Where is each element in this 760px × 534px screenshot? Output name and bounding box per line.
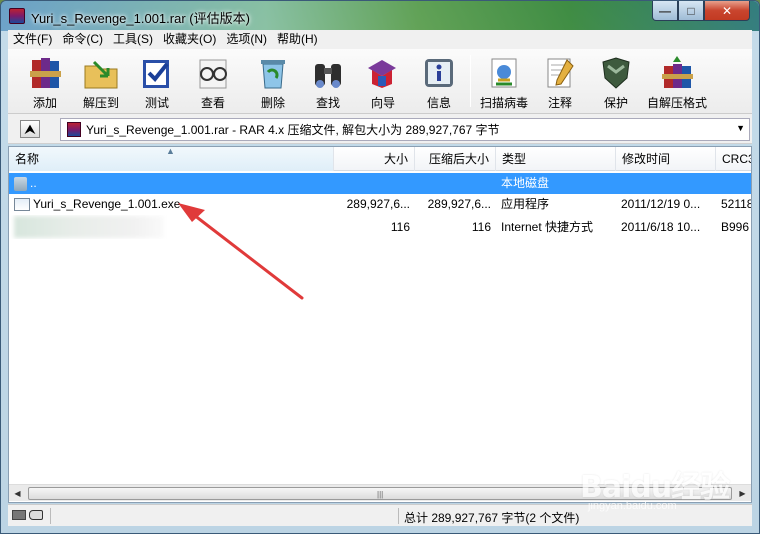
menu-help[interactable]: 帮助(H) <box>272 30 323 49</box>
winrar-app-icon[interactable] <box>9 8 25 24</box>
comment-icon <box>547 58 574 88</box>
blurred-filename <box>14 216 164 238</box>
cell-name: .. <box>9 173 334 194</box>
view-button[interactable]: 查看 <box>188 51 238 111</box>
up-folder-button[interactable]: ⮝ <box>20 120 40 138</box>
toolbar: 添加 解压到 测试 查看 删除 查找 向导 信息 扫描病毒 注释 保护 自解压格… <box>8 49 752 114</box>
cell-size: 116 <box>390 219 410 234</box>
path-dropdown-icon[interactable]: ▼ <box>736 123 745 133</box>
recycle-bin-icon <box>261 60 285 89</box>
column-header-crc[interactable]: CRC3 <box>716 147 751 171</box>
sfx-button[interactable]: 自解压格式 <box>647 51 707 111</box>
shield-icon <box>602 57 630 89</box>
info-button[interactable]: 信息 <box>414 51 464 111</box>
cell-type: 本地磁盘 <box>501 176 550 190</box>
menu-options[interactable]: 选项(N) <box>221 30 272 49</box>
folder-up-icon <box>14 176 27 191</box>
cell-modified <box>616 173 716 194</box>
table-row-parent[interactable]: .. 本地磁盘 <box>9 173 751 194</box>
delete-button[interactable]: 删除 <box>248 51 298 111</box>
status-divider <box>398 508 399 524</box>
scan-virus-button[interactable]: 扫描病毒 <box>479 51 529 111</box>
protect-button[interactable]: 保护 <box>591 51 641 111</box>
status-icons <box>12 510 46 522</box>
column-header-row: 名称 ▲ 大小 压缩后大小 类型 修改时间 CRC3 <box>9 147 751 171</box>
virus-scan-icon <box>491 58 517 88</box>
protect-label: 保护 <box>603 96 628 110</box>
scroll-left-arrow[interactable]: ◀ <box>9 485 26 502</box>
cell-crc <box>716 173 751 194</box>
window-title: Yuri_s_Revenge_1.001.rar (评估版本) <box>31 11 250 26</box>
key-icon[interactable] <box>29 510 43 520</box>
column-header-modified[interactable]: 修改时间 <box>616 147 716 171</box>
baidu-url: jingyan.baidu.com <box>588 500 677 512</box>
column-header-size[interactable]: 大小 <box>334 147 415 171</box>
books-add-icon <box>30 58 61 88</box>
cell-modified: 2011/12/19 0... <box>621 197 701 211</box>
test-checkmark-icon <box>143 60 169 88</box>
exe-file-icon <box>14 198 30 211</box>
maximize-button[interactable]: □ <box>678 1 704 21</box>
rar-archive-icon <box>67 122 81 137</box>
cell-modified: 2011/6/18 10... <box>621 219 701 234</box>
status-summary: 总计 289,927,767 字节(2 个文件) <box>404 511 580 525</box>
comment-button[interactable]: 注释 <box>535 51 585 111</box>
baidu-watermark: Baidu经验 jingyan.baidu.com <box>580 462 750 522</box>
archive-path-field[interactable]: Yuri_s_Revenge_1.001.rar - RAR 4.x 压缩文件,… <box>60 118 750 141</box>
sort-ascending-icon: ▲ <box>166 147 175 156</box>
close-button[interactable]: ✕ <box>704 1 750 21</box>
cell-crc: 52118 <box>721 197 751 211</box>
column-header-packed[interactable]: 压缩后大小 <box>415 147 496 171</box>
cell-size: 289,927,6... <box>346 197 410 211</box>
drive-icon[interactable] <box>12 510 26 520</box>
cell-name <box>9 215 334 239</box>
find-button[interactable]: 查找 <box>303 51 353 111</box>
test-button[interactable]: 测试 <box>132 51 182 111</box>
cell-size <box>334 173 415 194</box>
row-name-text: Yuri_s_Revenge_1.001.exe <box>33 197 181 211</box>
status-divider <box>50 508 51 524</box>
folder-extract-icon <box>84 60 118 89</box>
sfx-label: 自解压格式 <box>646 96 707 110</box>
info-icon <box>425 59 453 87</box>
address-bar: ⮝ Yuri_s_Revenge_1.001.rar - RAR 4.x 压缩文… <box>8 114 752 144</box>
add-button[interactable]: 添加 <box>20 51 70 111</box>
extract-to-button[interactable]: 解压到 <box>76 51 126 111</box>
cell-name: Yuri_s_Revenge_1.001.exe <box>9 194 334 215</box>
info-label: 信息 <box>426 96 451 110</box>
file-list[interactable]: 名称 ▲ 大小 压缩后大小 类型 修改时间 CRC3 .. 本地磁盘 Yuri_… <box>8 146 752 503</box>
column-name-label: 名称 <box>15 152 40 166</box>
menu-commands[interactable]: 命令(C) <box>57 30 108 49</box>
table-row-url[interactable]: 116 116 Internet 快捷方式 2011/6/18 10... B9… <box>9 215 751 239</box>
wizard-icon <box>368 60 396 88</box>
binoculars-find-icon <box>315 64 341 88</box>
glasses-view-icon <box>199 59 227 89</box>
cell-packed <box>415 173 496 194</box>
menu-file[interactable]: 文件(F) <box>8 30 57 49</box>
column-header-name[interactable]: 名称 ▲ <box>9 147 334 171</box>
wizard-button[interactable]: 向导 <box>358 51 408 111</box>
row-name-text: .. <box>30 176 37 190</box>
cell-packed: 289,927,6... <box>427 197 491 211</box>
column-header-type[interactable]: 类型 <box>496 147 616 171</box>
cell-type: 应用程序 <box>501 197 550 211</box>
cell-packed: 116 <box>471 219 491 234</box>
scroll-grip: ||| <box>377 490 384 499</box>
cell-crc: B996 <box>721 219 750 234</box>
menu-bar: 文件(F) 命令(C) 工具(S) 收藏夹(O) 选项(N) 帮助(H) <box>8 30 752 49</box>
cell-type: Internet 快捷方式 <box>501 219 594 234</box>
minimize-button[interactable]: — <box>652 1 678 21</box>
menu-tools[interactable]: 工具(S) <box>108 30 158 49</box>
table-row-exe[interactable]: Yuri_s_Revenge_1.001.exe 289,927,6... 28… <box>9 194 751 215</box>
menu-favorites[interactable]: 收藏夹(O) <box>158 30 221 49</box>
sfx-books-icon <box>662 56 693 88</box>
archive-path-text: Yuri_s_Revenge_1.001.rar - RAR 4.x 压缩文件,… <box>86 123 500 137</box>
